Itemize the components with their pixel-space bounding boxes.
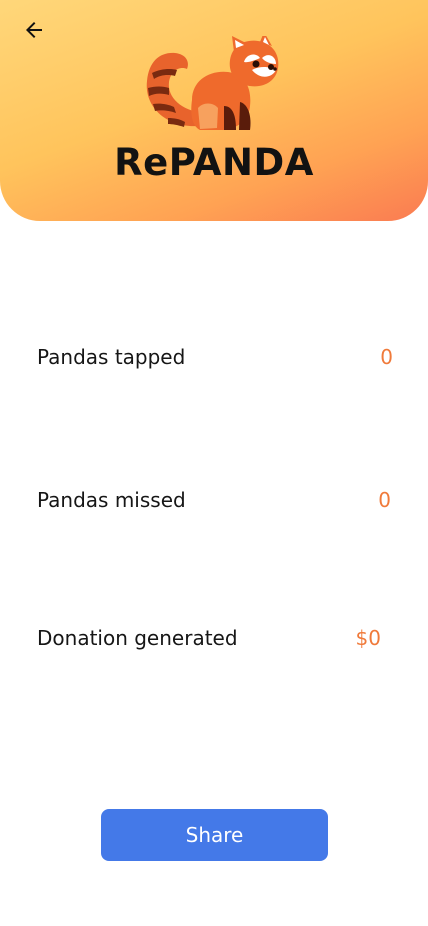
red-panda-icon	[146, 36, 279, 130]
stat-row-pandas-tapped: Pandas tapped 0	[37, 345, 393, 375]
stat-label-pandas-missed: Pandas missed	[37, 488, 186, 512]
stat-label-pandas-tapped: Pandas tapped	[37, 345, 186, 369]
header-banner: RePANDA	[0, 0, 428, 221]
share-button[interactable]: Share	[101, 809, 328, 861]
stat-label-donation-generated: Donation generated	[37, 626, 238, 650]
stat-row-donation-generated: Donation generated $0	[37, 626, 393, 656]
arrow-left-icon	[26, 22, 42, 38]
stat-value-pandas-tapped: 0	[380, 345, 393, 369]
stat-row-pandas-missed: Pandas missed 0	[37, 488, 393, 518]
brand-title: RePANDA	[114, 141, 314, 184]
stat-value-donation-generated: $0	[355, 626, 381, 650]
back-button[interactable]	[18, 14, 50, 46]
stat-value-pandas-missed: 0	[378, 488, 391, 512]
